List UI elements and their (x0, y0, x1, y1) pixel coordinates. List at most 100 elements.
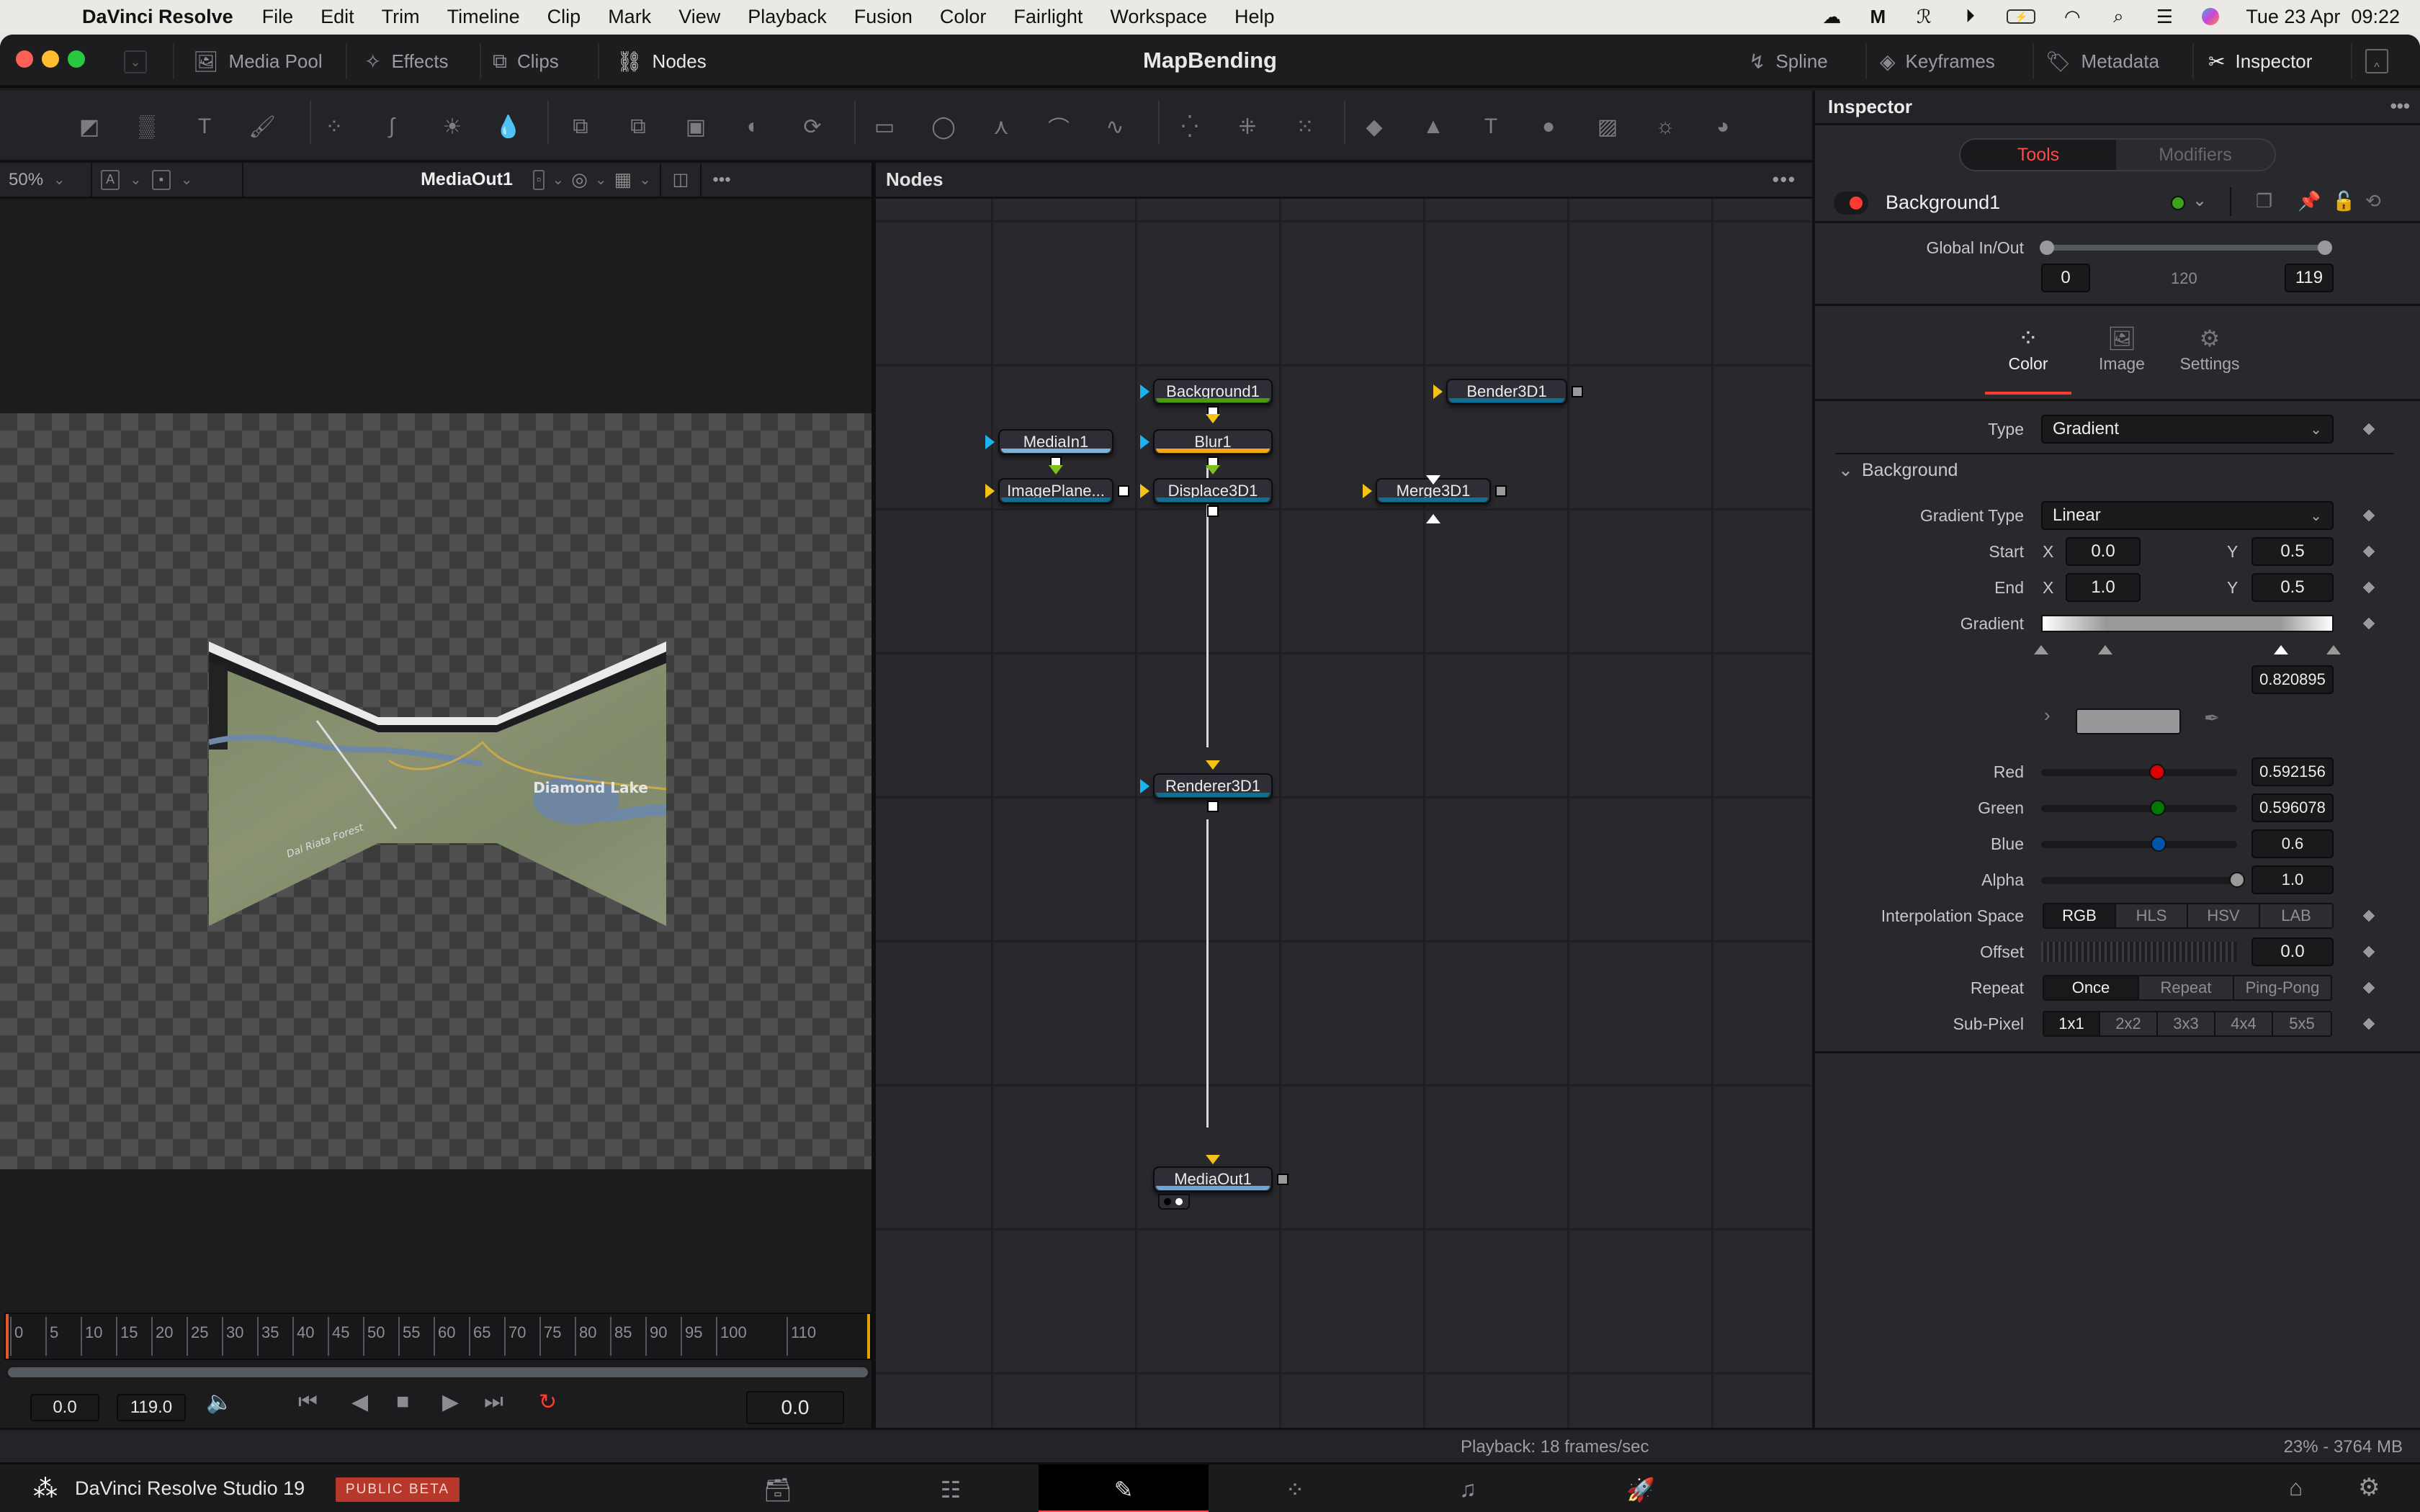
keyframe-diamond-icon[interactable] (2362, 909, 2376, 923)
image-plane-3d-tool-icon[interactable]: ◆ (1358, 111, 1390, 143)
range-out-handle[interactable] (2318, 240, 2332, 255)
stop-icon[interactable]: ■ (396, 1390, 409, 1414)
menu-timeline[interactable]: Timeline (447, 6, 520, 28)
merge-input-bottom[interactable] (1426, 514, 1440, 523)
clock[interactable]: Tue 23 Apr 09:22 (2246, 6, 2400, 28)
color-corrector-tool-icon[interactable]: ⁘ (318, 111, 350, 143)
siri-icon[interactable] (2200, 6, 2221, 27)
go-to-start-icon[interactable]: ⏮ (298, 1390, 318, 1414)
loop-icon[interactable]: ↻ (539, 1390, 557, 1415)
render-start-field[interactable]: 0.0 (30, 1394, 99, 1421)
node-blur1[interactable]: Blur1 (1153, 429, 1273, 455)
global-range-slider[interactable] (2040, 240, 2332, 255)
renderer-3d-tool-icon[interactable]: ◕ (1707, 111, 1739, 143)
spot-light-tool-icon[interactable]: ☼ (1649, 111, 1681, 143)
chevron-down-icon[interactable]: ⌄ (639, 171, 651, 189)
chevron-down-icon[interactable]: ⌄ (595, 171, 607, 189)
gradient-type-dropdown[interactable]: Linear ⌄ (2041, 501, 2334, 530)
split-view-button[interactable]: ◫ (661, 161, 702, 198)
background-tool-icon[interactable]: ◩ (73, 111, 105, 143)
viewer-more-button[interactable]: ••• (702, 162, 742, 198)
viewer[interactable]: Diamond Lake Dal Riata Forest (0, 199, 871, 1315)
option-hls[interactable]: HLS (2116, 904, 2188, 927)
nodes-button[interactable]: ⛓ Nodes (617, 35, 707, 88)
playhead[interactable] (6, 1314, 9, 1359)
menu-color[interactable]: Color (940, 6, 987, 28)
text-tool-icon[interactable]: T (189, 111, 220, 143)
time-ruler[interactable]: 0 5 10 15 20 25 30 35 40 45 50 55 60 65 70 75 80 85 90 95 10… (4, 1313, 871, 1360)
node-input-triangle[interactable] (1140, 779, 1150, 793)
node-input-triangle[interactable] (1363, 484, 1372, 498)
node-editor[interactable]: Background1 Bender3D1 MediaIn1 Blur1 ImagePl… (876, 199, 1812, 1462)
keyframe-diamond-icon[interactable] (2362, 616, 2376, 631)
offset-thumbwheel[interactable] (2041, 942, 2237, 962)
blue-field[interactable]: 0.6 (2251, 829, 2334, 858)
option-ping-pong[interactable]: Ping-Pong (2234, 976, 2331, 999)
page-color[interactable]: ⁘ (1210, 1464, 1380, 1512)
polyline-tool-icon[interactable]: ∿ (1099, 111, 1131, 143)
menu-help[interactable]: Help (1234, 6, 1275, 28)
keyframe-diamond-icon[interactable] (2362, 1017, 2376, 1031)
tab-modifiers[interactable]: Modifiers (2116, 140, 2275, 170)
option-1x1[interactable]: 1x1 (2044, 1012, 2100, 1035)
polygon-mask-tool-icon[interactable]: ⋏ (985, 111, 1017, 143)
spline-button[interactable]: ↯ Spline (1749, 35, 1828, 88)
safe-frame-icon[interactable]: ▫ (533, 169, 545, 190)
node-input-triangle[interactable] (1140, 384, 1150, 399)
viewer-assign-buttons[interactable] (1158, 1194, 1190, 1210)
menu-workspace[interactable]: Workspace (1110, 6, 1207, 28)
versions-icon[interactable]: ❐ (2256, 190, 2272, 212)
node-input-triangle[interactable] (1206, 1155, 1220, 1164)
tool-color-dot[interactable] (2171, 196, 2185, 210)
color-channels-icon[interactable]: ◎ (571, 168, 588, 191)
node-output-square[interactable] (1277, 1174, 1289, 1185)
viewer-zoom-select[interactable]: 50% ⌄ (0, 161, 92, 198)
transform-swap-tool-icon[interactable]: ⟳ (797, 111, 828, 143)
pixel-source-tool-icon[interactable]: ⁙ (1289, 111, 1321, 143)
node-renderer3d1[interactable]: Renderer3D1 (1153, 773, 1273, 799)
option-once[interactable]: Once (2044, 976, 2139, 999)
time-slider-range[interactable] (6, 1365, 870, 1380)
tab-tools[interactable]: Tools (1960, 140, 2116, 170)
node-input-triangle[interactable] (985, 435, 995, 449)
fast-noise-tool-icon[interactable]: ▒ (131, 111, 163, 143)
red-slider[interactable] (2041, 764, 2237, 780)
node-output-square[interactable] (1207, 505, 1219, 517)
chevron-down-icon[interactable]: ⌄ (2192, 190, 2207, 211)
panel-toggle-button[interactable]: ⌄ (124, 50, 147, 73)
end-x-field[interactable]: 1.0 (2066, 573, 2141, 602)
viewer1-dot[interactable] (1164, 1198, 1171, 1205)
particle-emitter-tool-icon[interactable]: ⁛ (1174, 111, 1206, 143)
keyframe-diamond-icon[interactable] (2362, 544, 2376, 559)
cloud-icon[interactable]: ☁ (1821, 6, 1842, 27)
inspector-more-button[interactable]: ••• (2390, 95, 2410, 117)
bspline-mask-tool-icon[interactable]: ⌒ (1043, 111, 1075, 143)
settings-gear-icon[interactable]: ⚙ (2358, 1473, 2380, 1502)
option-3x3[interactable]: 3x3 (2158, 1012, 2215, 1035)
chevron-down-icon[interactable]: ⌄ (181, 171, 193, 189)
close-window-button[interactable] (16, 50, 33, 68)
shape-3d-tool-icon[interactable]: ▲ (1417, 111, 1449, 143)
render-end-field[interactable]: 119.0 (117, 1394, 186, 1421)
node-input-triangle[interactable] (1206, 760, 1220, 770)
menu-trim[interactable]: Trim (382, 6, 420, 28)
scribble-icon[interactable]: ℛ (1913, 6, 1935, 27)
blue-slider[interactable] (2041, 836, 2237, 852)
lock-icon[interactable]: 🔓 (2332, 190, 2355, 212)
range-in-handle[interactable] (2040, 240, 2054, 255)
gradient-stop-handle[interactable] (2273, 645, 2288, 654)
node-output-square[interactable] (1495, 485, 1507, 497)
gradient-bar[interactable] (2041, 615, 2334, 632)
option-rgb[interactable]: RGB (2044, 904, 2116, 927)
keyframe-diamond-icon[interactable] (2362, 981, 2376, 995)
camera-3d-tool-icon[interactable]: ▨ (1592, 111, 1623, 143)
particle-render-tool-icon[interactable]: ⁜ (1232, 111, 1263, 143)
keyframe-diamond-icon[interactable] (2362, 945, 2376, 959)
page-media[interactable]: 🗃 (693, 1464, 863, 1512)
dissolve-tool-icon[interactable]: ⧉ (622, 111, 654, 143)
alpha-slider[interactable] (2041, 872, 2245, 888)
rectangle-mask-tool-icon[interactable]: ▭ (869, 111, 900, 143)
audio-icon[interactable]: 🔈 (206, 1390, 233, 1415)
background-section-header[interactable]: ⌄ Background (1838, 459, 1958, 481)
blue-slider-knob[interactable] (2151, 836, 2167, 852)
